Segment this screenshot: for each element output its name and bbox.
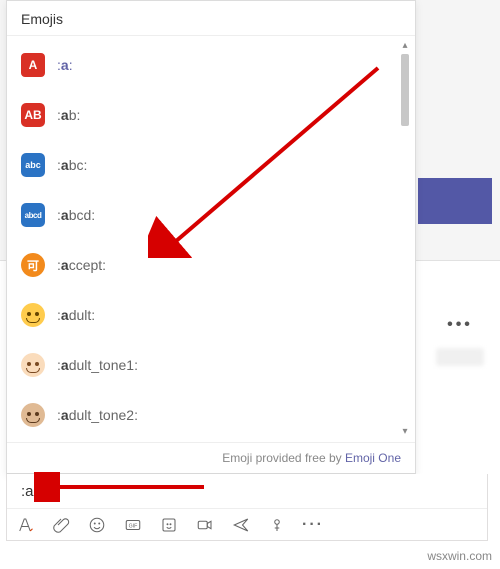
- emoji-picker-popup: Emojis A :a: AB :ab: abc :abc: abcd :abc…: [6, 0, 416, 474]
- emoji-item-a[interactable]: A :a:: [9, 40, 415, 90]
- emoji-item-label: :adult_tone2:: [57, 407, 138, 423]
- emoji-item-label: :abcd:: [57, 207, 95, 223]
- emoji-item-ab[interactable]: AB :ab:: [9, 90, 415, 140]
- emoji-item-label: :a:: [57, 57, 73, 73]
- sticker-icon[interactable]: [159, 515, 179, 535]
- emoji-item-adult-tone1[interactable]: :adult_tone1:: [9, 340, 415, 390]
- watermark: wsxwin.com: [427, 549, 492, 563]
- emoji-item-label: :adult_tone1:: [57, 357, 138, 373]
- background-smudge: [436, 348, 484, 366]
- background-more-dots[interactable]: •••: [438, 316, 482, 340]
- more-icon[interactable]: ···: [303, 515, 323, 535]
- scroll-thumb[interactable]: [401, 54, 409, 126]
- meet-icon[interactable]: [195, 515, 215, 535]
- emoji-adult-tone2-icon: [21, 403, 45, 427]
- emoji-item-label: :accept:: [57, 257, 106, 273]
- emoji-item-adult[interactable]: :adult:: [9, 290, 415, 340]
- send-icon[interactable]: [231, 515, 251, 535]
- emoji-adult-icon: [21, 303, 45, 327]
- text-cursor: [35, 482, 36, 500]
- emoji-abc-icon: abc: [21, 153, 45, 177]
- emoji-icon[interactable]: [87, 515, 107, 535]
- format-icon[interactable]: [15, 515, 35, 535]
- attach-icon[interactable]: [51, 515, 71, 535]
- emoji-a-icon: A: [21, 53, 45, 77]
- emoji-item-label: :adult:: [57, 307, 95, 323]
- emoji-footer: Emoji provided free by Emoji One: [7, 442, 415, 473]
- scroll-track[interactable]: [401, 54, 409, 424]
- svg-text:GIF: GIF: [129, 523, 138, 529]
- emoji-item-abc[interactable]: abc :abc:: [9, 140, 415, 190]
- message-input-value: :a: [21, 483, 34, 500]
- emoji-abcd-icon: abcd: [21, 203, 45, 227]
- scroll-down-icon[interactable]: ▾: [397, 426, 413, 438]
- emoji-accept-icon: 可: [21, 253, 45, 277]
- emoji-item-accept[interactable]: 可 :accept:: [9, 240, 415, 290]
- emoji-picker-scroll: A :a: AB :ab: abc :abc: abcd :abcd: 可 :a…: [7, 36, 415, 442]
- message-input[interactable]: :a: [7, 474, 487, 509]
- emoji-item-label: :abc:: [57, 157, 87, 173]
- emoji-item-adult-tone2[interactable]: :adult_tone2:: [9, 390, 415, 440]
- message-compose-box: :a GIF ···: [6, 474, 488, 541]
- stream-icon[interactable]: [267, 515, 287, 535]
- emoji-adult-tone1-icon: [21, 353, 45, 377]
- emoji-ab-icon: AB: [21, 103, 45, 127]
- background-purple-band: [418, 178, 492, 224]
- scroll-up-icon[interactable]: ▴: [397, 40, 413, 52]
- emoji-picker-title: Emojis: [7, 1, 415, 36]
- compose-toolbar: GIF ···: [7, 509, 487, 540]
- emoji-scrollbar[interactable]: ▴ ▾: [397, 40, 413, 438]
- emoji-one-link[interactable]: Emoji One: [345, 451, 401, 465]
- emoji-item-label: :ab:: [57, 107, 80, 123]
- emoji-item-abcd[interactable]: abcd :abcd:: [9, 190, 415, 240]
- emoji-list: A :a: AB :ab: abc :abc: abcd :abcd: 可 :a…: [7, 36, 415, 440]
- gif-icon[interactable]: GIF: [123, 515, 143, 535]
